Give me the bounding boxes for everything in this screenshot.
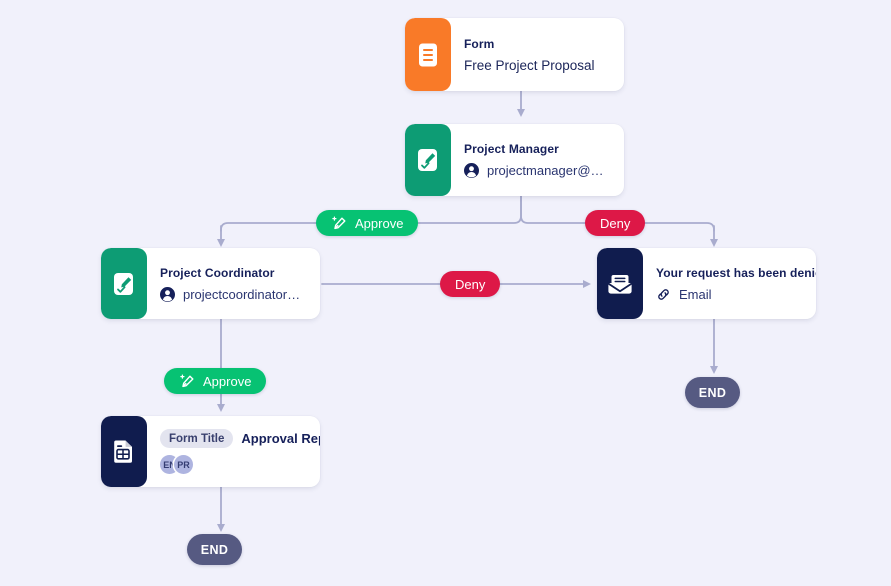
node-project-coordinator[interactable]: Project Coordinator projectcoordinator@e…: [101, 248, 320, 319]
node-project-manager-body: Project Manager projectmanager@exa...: [451, 124, 624, 196]
language-chip-pr[interactable]: PR: [174, 455, 193, 474]
node-approval-report[interactable]: Form Title Approval Report EN PR: [101, 416, 320, 487]
user-avatar-icon: [160, 286, 175, 302]
edge-label-coordinator-deny-text: Deny: [455, 276, 486, 292]
node-project-coordinator-email: projectcoordinator@e...: [183, 286, 306, 302]
node-form-title: Form: [464, 36, 495, 51]
end-node-report[interactable]: END: [187, 534, 242, 565]
node-form-body: Form Free Project Proposal: [451, 18, 624, 91]
signature-pen-icon: [331, 215, 348, 232]
edge-label-coordinator-approve[interactable]: Approve: [164, 368, 267, 394]
edge-label-coordinator-approve-text: Approve: [203, 373, 252, 389]
edge-label-manager-approve-text: Approve: [355, 215, 404, 231]
workflow-canvas: Form Free Project Proposal Project Manag…: [0, 0, 891, 586]
end-node-denied-label: END: [698, 385, 727, 400]
node-approval-report-title: Approval Report: [241, 431, 320, 446]
envelope-icon: [597, 248, 643, 319]
link-icon: [656, 287, 671, 302]
signature-pen-icon: [179, 373, 196, 390]
signature-approval-icon: [101, 248, 147, 319]
edge-label-manager-deny-text: Deny: [600, 215, 631, 231]
end-node-report-label: END: [200, 542, 229, 557]
node-approval-report-body: Form Title Approval Report EN PR: [147, 416, 320, 487]
language-chip-group[interactable]: EN PR: [160, 455, 306, 474]
node-denied-email-channel: Email: [656, 287, 802, 302]
node-project-manager[interactable]: Project Manager projectmanager@exa...: [405, 124, 624, 196]
node-form[interactable]: Form Free Project Proposal: [405, 18, 624, 91]
user-avatar-icon: [464, 163, 479, 178]
edge-label-manager-approve[interactable]: Approve: [316, 210, 419, 236]
node-denied-email-channel-label: Email: [679, 286, 712, 302]
report-document-icon: [101, 416, 147, 487]
node-project-manager-assignee: projectmanager@exa...: [464, 163, 610, 178]
edge-label-coordinator-deny[interactable]: Deny: [440, 271, 501, 297]
node-denied-email[interactable]: Your request has been denied. Email: [597, 248, 816, 319]
node-form-subtitle: Free Project Proposal: [464, 57, 595, 73]
signature-approval-icon: [405, 124, 451, 196]
document-icon: [405, 18, 451, 91]
node-project-coordinator-assignee: projectcoordinator@e...: [160, 286, 306, 302]
node-project-manager-title: Project Manager: [464, 142, 559, 156]
node-denied-email-title: Your request has been denied.: [656, 265, 816, 280]
node-project-coordinator-body: Project Coordinator projectcoordinator@e…: [147, 248, 320, 319]
node-denied-email-body: Your request has been denied. Email: [643, 248, 816, 319]
end-node-denied[interactable]: END: [685, 377, 740, 408]
edge-label-manager-deny[interactable]: Deny: [585, 210, 646, 236]
node-project-coordinator-title: Project Coordinator: [160, 265, 275, 280]
node-approval-report-header: Form Title Approval Report: [160, 429, 320, 448]
node-project-manager-email: projectmanager@exa...: [487, 163, 610, 178]
form-title-tag: Form Title: [160, 429, 234, 448]
